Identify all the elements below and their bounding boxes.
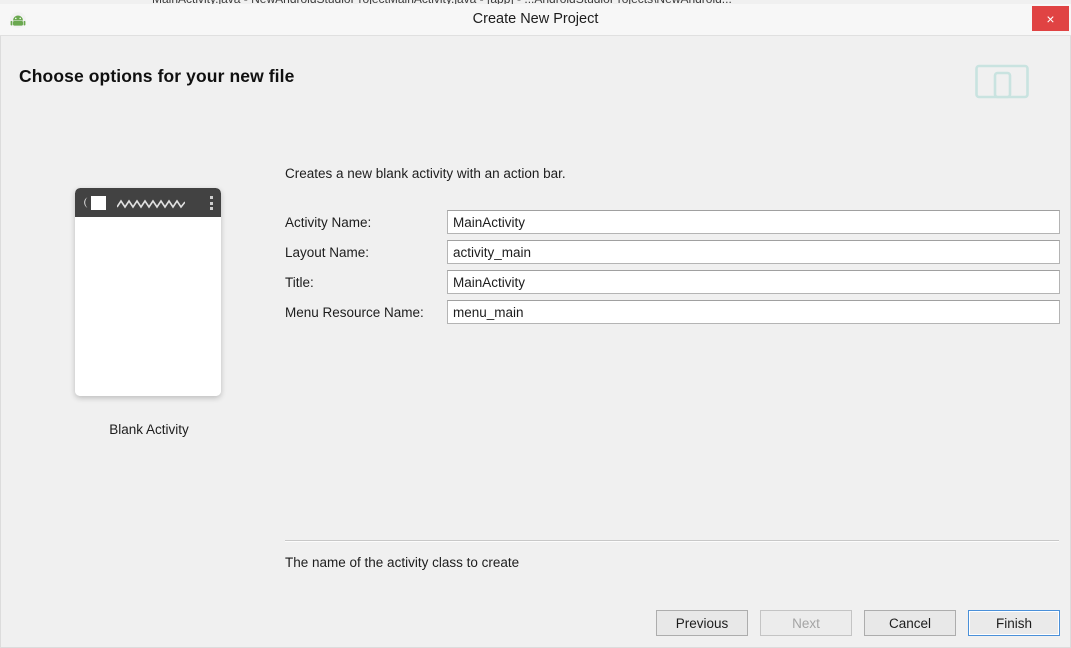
menu-resource-name-label: Menu Resource Name: [285,305,447,320]
template-label: Blank Activity [75,422,223,437]
dialog-button-bar: Previous Next Cancel Finish [656,610,1060,636]
form-area: Creates a new blank activity with an act… [285,166,1060,330]
status-text: The name of the activity class to create [285,555,519,570]
menu-resource-name-input[interactable] [447,300,1060,324]
close-icon: × [1046,12,1054,26]
title-input[interactable] [447,270,1060,294]
close-button[interactable]: × [1032,6,1069,31]
preview-action-bar [75,188,221,217]
next-button: Next [760,610,852,636]
form-row-activity-name: Activity Name: [285,210,1060,234]
page-title: Choose options for your new file [19,66,294,87]
dialog-header: Choose options for your new file [1,36,1070,108]
overflow-menu-icon [210,196,213,210]
template-preview-panel[interactable]: Blank Activity [75,188,223,437]
dialog-title: Create New Project [0,4,1071,35]
activity-name-input[interactable] [447,210,1060,234]
form-row-title: Title: [285,270,1060,294]
template-description: Creates a new blank activity with an act… [285,166,1060,181]
form-row-layout-name: Layout Name: [285,240,1060,264]
back-chevron-icon [81,196,89,209]
create-new-project-dialog: Create New Project × Choose options for … [0,4,1071,648]
app-square-icon [91,196,106,210]
layout-name-input[interactable] [447,240,1060,264]
template-thumbnail[interactable] [75,188,221,396]
dialog-body: Choose options for your new file [0,36,1071,648]
footer-separator [285,540,1059,542]
preview-content-area [75,217,221,396]
finish-button[interactable]: Finish [968,610,1060,636]
title-label: Title: [285,275,447,290]
cancel-button[interactable]: Cancel [864,610,956,636]
overflow-dot [210,207,213,210]
overflow-dot [210,202,213,205]
device-preview-icon [975,64,1029,102]
layout-name-label: Layout Name: [285,245,447,260]
activity-name-label: Activity Name: [285,215,447,230]
dialog-titlebar: Create New Project × [0,4,1071,36]
squiggle-title-icon [117,197,185,209]
form-row-menu-resource-name: Menu Resource Name: [285,300,1060,324]
overflow-dot [210,196,213,199]
previous-button[interactable]: Previous [656,610,748,636]
